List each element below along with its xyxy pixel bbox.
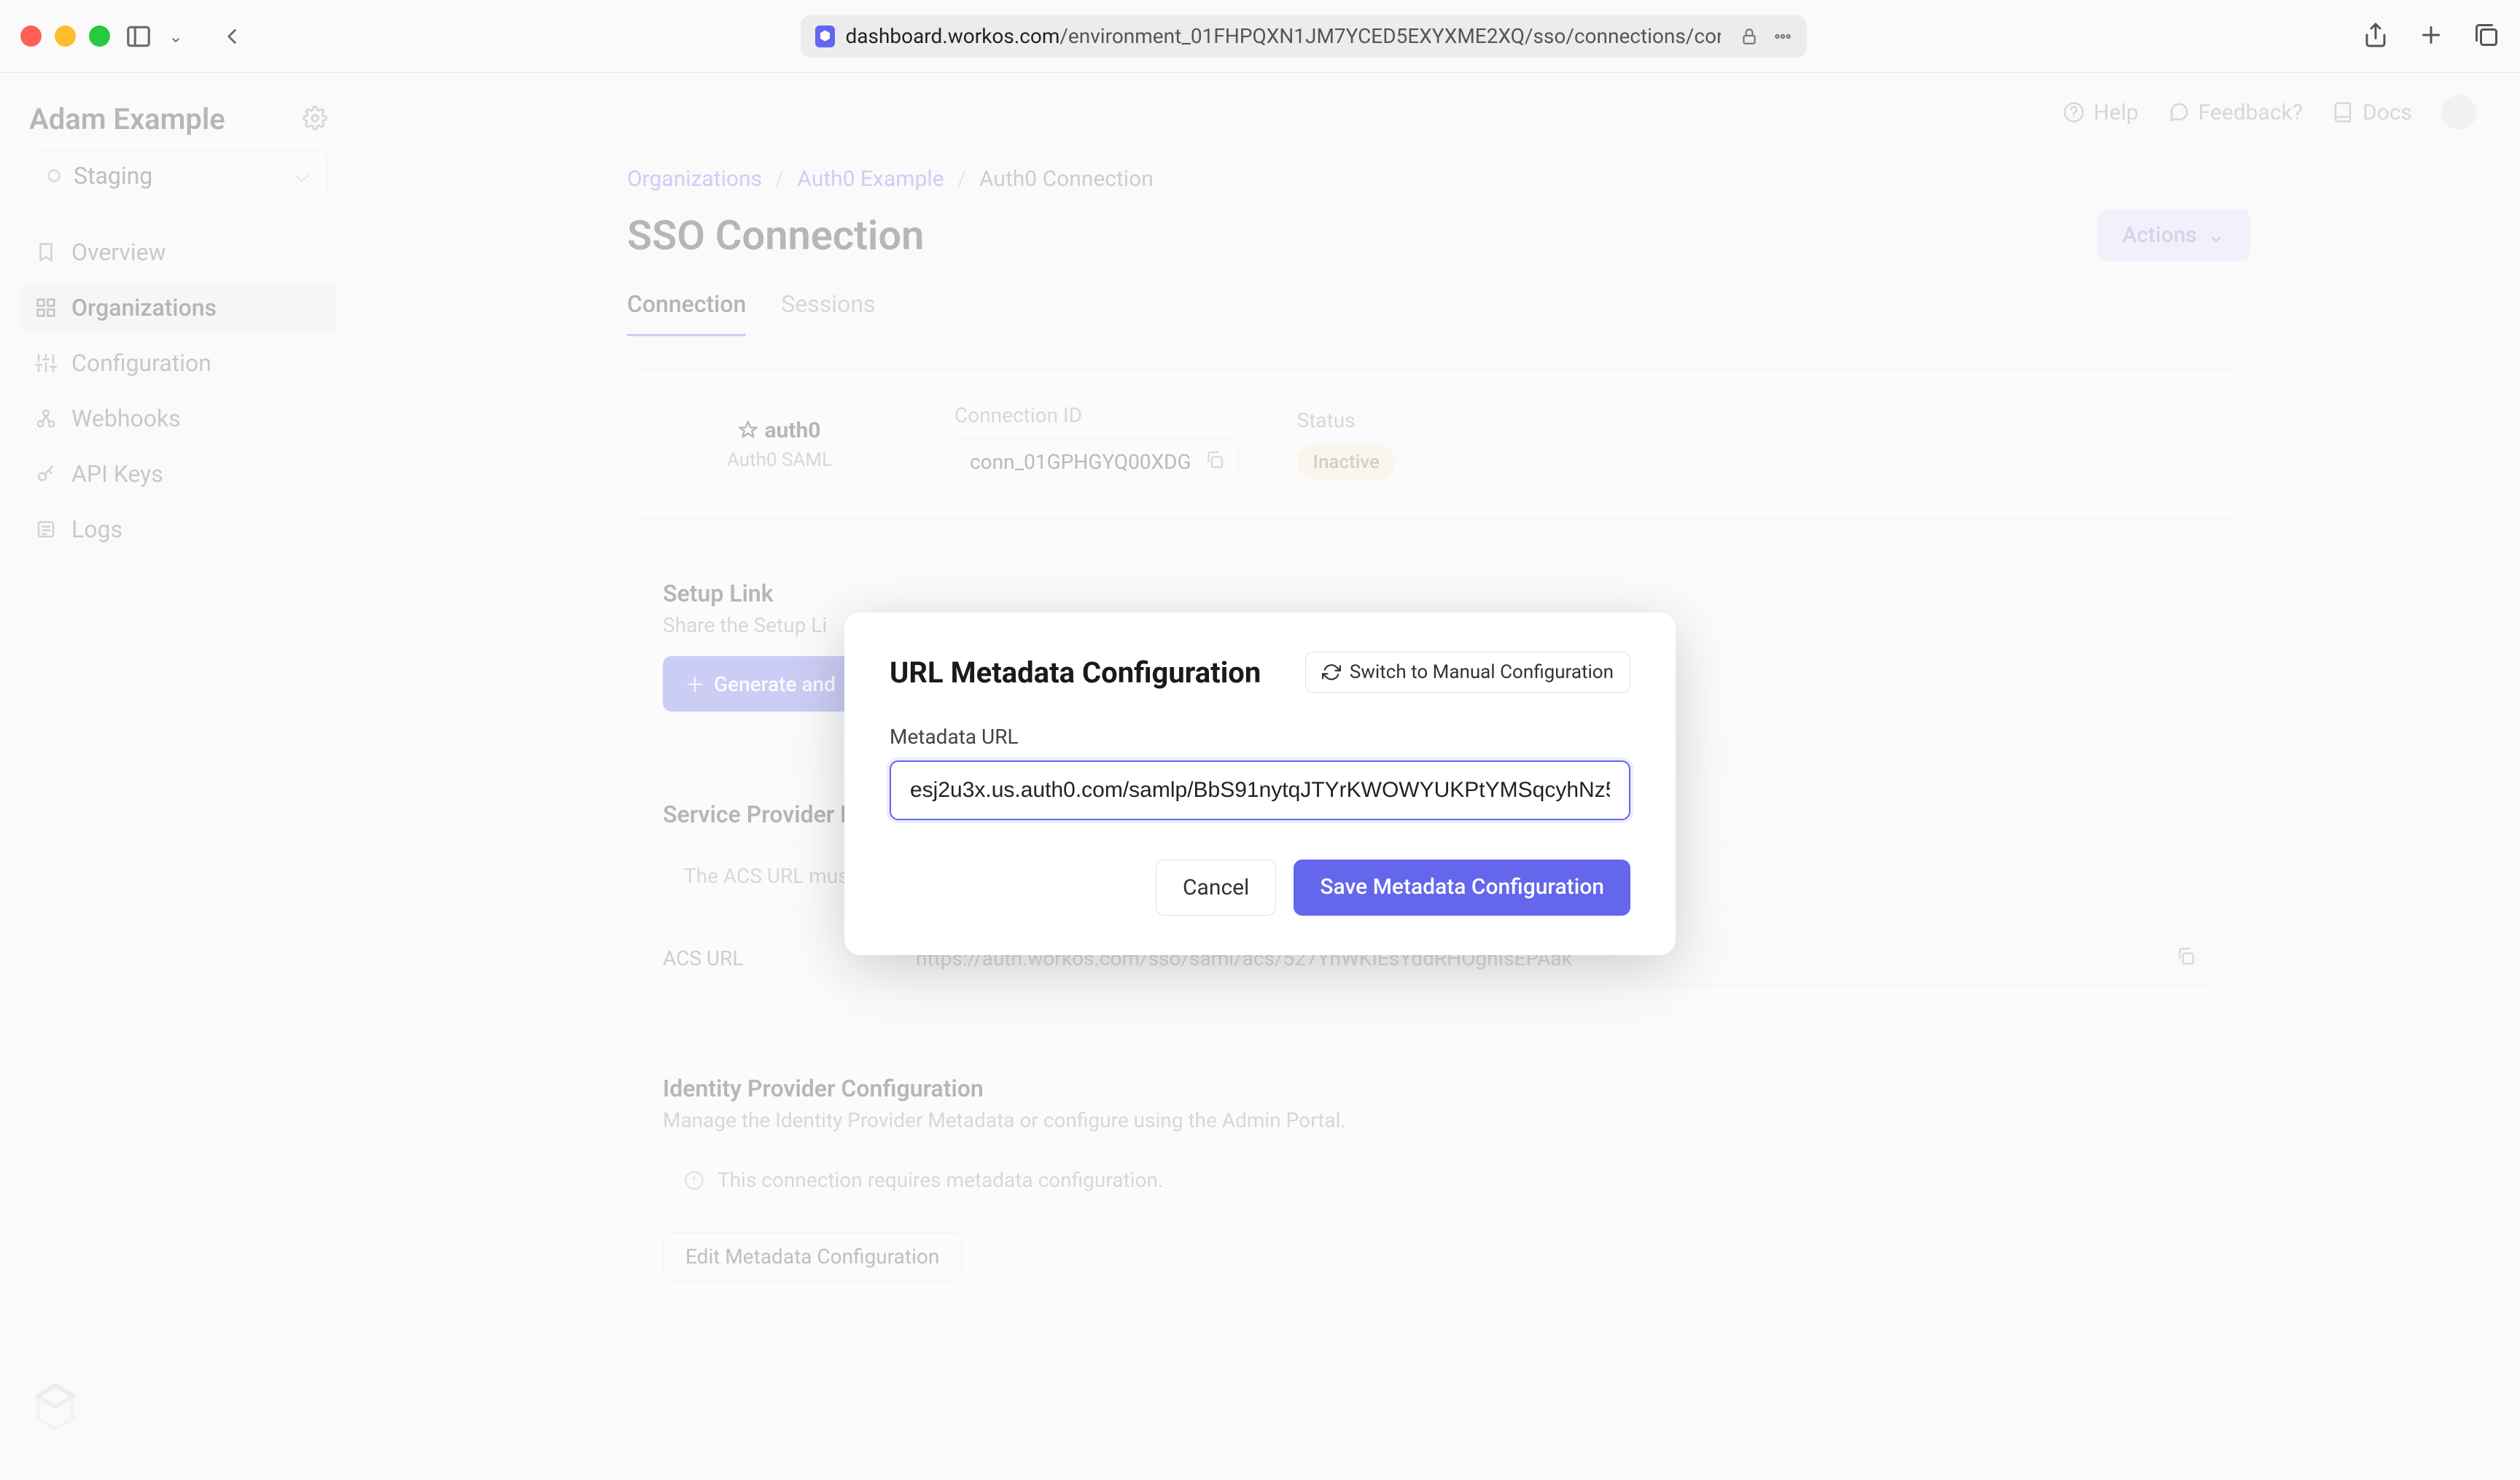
metadata-url-label: Metadata URL [890, 725, 1630, 749]
modal-title: URL Metadata Configuration [890, 655, 1261, 690]
modal-overlay[interactable]: URL Metadata Configuration Switch to Man… [0, 73, 2520, 1480]
refresh-icon [1322, 663, 1341, 682]
more-icon[interactable] [1773, 27, 1792, 46]
back-icon[interactable] [219, 24, 244, 49]
tabs-icon[interactable] [2473, 22, 2500, 51]
metadata-config-modal: URL Metadata Configuration Switch to Man… [844, 612, 1676, 955]
browser-chrome: ⌄ ⬢ dashboard.workos.com/environment_01F… [0, 0, 2520, 73]
share-icon[interactable] [2362, 22, 2389, 51]
switch-manual-button[interactable]: Switch to Manual Configuration [1305, 652, 1630, 693]
minimize-window-icon[interactable] [55, 26, 76, 47]
chevron-down-icon[interactable]: ⌄ [168, 26, 183, 47]
metadata-url-input[interactable] [890, 760, 1630, 820]
lock-icon [1740, 27, 1759, 46]
save-button[interactable]: Save Metadata Configuration [1294, 860, 1630, 916]
site-badge-icon: ⬢ [815, 26, 836, 47]
maximize-window-icon[interactable] [89, 26, 110, 47]
url-text: dashboard.workos.com/environment_01FHPQX… [845, 24, 1720, 48]
close-window-icon[interactable] [20, 26, 42, 47]
new-tab-icon[interactable] [2418, 22, 2444, 51]
window-traffic-lights [20, 26, 110, 47]
url-bar[interactable]: ⬢ dashboard.workos.com/environment_01FHP… [801, 15, 1807, 58]
cancel-button[interactable]: Cancel [1156, 860, 1276, 916]
sidebar-toggle-icon[interactable] [125, 23, 152, 50]
